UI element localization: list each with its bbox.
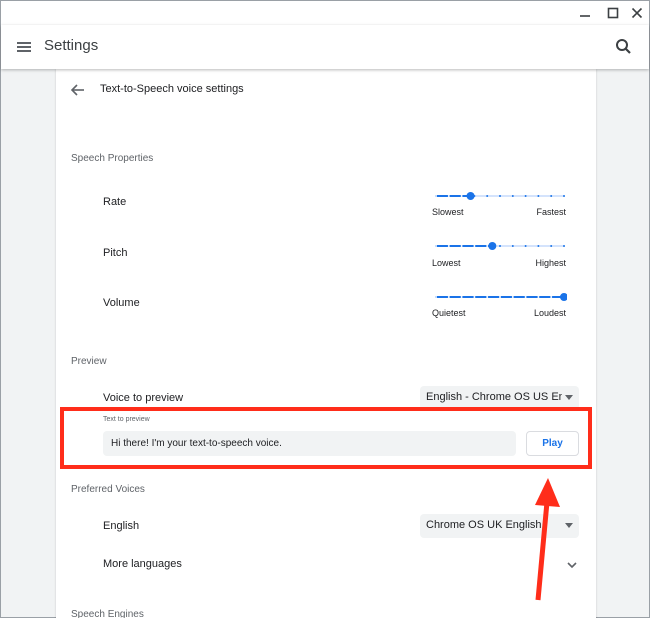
volume-label: Volume xyxy=(103,297,140,309)
minimize-icon[interactable] xyxy=(576,4,594,22)
speech-engines-heading: Speech Engines xyxy=(71,609,144,618)
settings-header: Settings xyxy=(1,25,649,69)
search-icon[interactable] xyxy=(613,36,635,58)
rate-max-label: Fastest xyxy=(536,207,566,217)
pitch-label: Pitch xyxy=(103,247,128,259)
chevron-down-icon[interactable] xyxy=(565,558,579,572)
rate-slider[interactable] xyxy=(433,191,567,201)
slider-knob[interactable] xyxy=(466,192,475,200)
english-voice-select[interactable]: Chrome OS UK English xyxy=(420,514,579,538)
slider-knob[interactable] xyxy=(488,242,497,250)
page-title: Text-to-Speech voice settings xyxy=(100,83,244,95)
app-title: Settings xyxy=(44,37,99,54)
preview-heading: Preview xyxy=(71,356,107,367)
volume-slider[interactable] xyxy=(433,292,567,302)
voice-to-preview-select[interactable]: English - Chrome OS US English xyxy=(420,386,579,410)
rate-label: Rate xyxy=(103,196,127,208)
english-voice-label: English xyxy=(103,520,140,532)
hamburger-menu-icon[interactable] xyxy=(15,37,35,57)
more-languages-label[interactable]: More languages xyxy=(103,558,182,570)
close-icon[interactable] xyxy=(628,4,646,22)
volume-min-label: Quietest xyxy=(432,308,466,318)
volume-max-label: Loudest xyxy=(533,308,566,318)
voice-to-preview-label: Voice to preview xyxy=(103,392,184,404)
slider-knob[interactable] xyxy=(560,293,567,301)
preferred-voices-heading: Preferred Voices xyxy=(71,484,145,495)
pitch-max-label: Highest xyxy=(535,258,566,268)
pitch-min-label: Lowest xyxy=(432,258,461,268)
dropdown-caret-icon xyxy=(565,523,573,528)
maximize-icon[interactable] xyxy=(604,4,622,22)
speech-properties-heading: Speech Properties xyxy=(71,153,154,164)
dropdown-caret-icon xyxy=(565,395,573,400)
back-arrow-icon[interactable] xyxy=(68,80,88,100)
pitch-slider[interactable] xyxy=(433,241,567,251)
english-voice-value: Chrome OS UK English xyxy=(426,519,542,531)
play-button[interactable]: Play xyxy=(526,431,579,456)
title-bar xyxy=(1,1,649,25)
text-to-preview-label: Text to preview xyxy=(103,416,150,423)
rate-min-label: Slowest xyxy=(432,207,464,217)
text-to-preview-input[interactable] xyxy=(103,431,516,456)
voice-to-preview-value: English - Chrome OS US English xyxy=(426,391,562,403)
